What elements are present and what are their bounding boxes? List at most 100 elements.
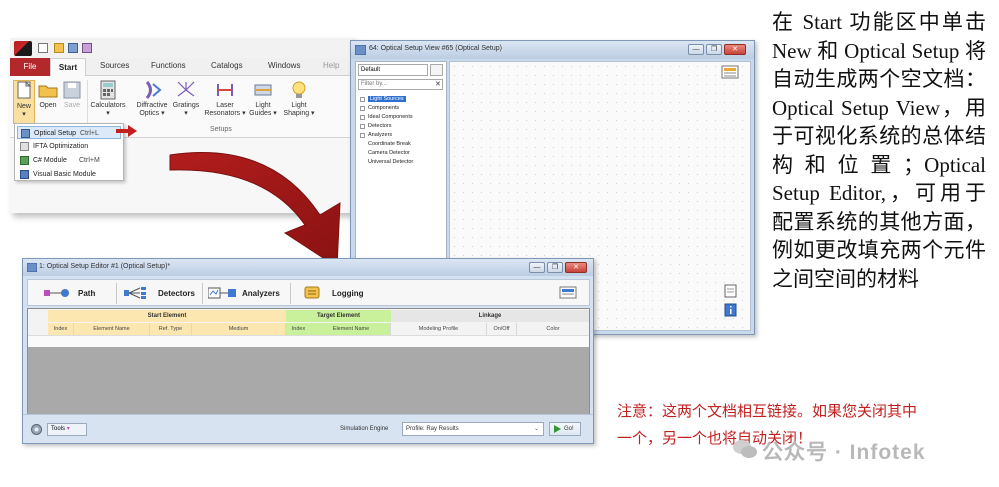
path-icon: [44, 289, 69, 297]
calculators-arrow: ▾: [106, 110, 110, 117]
gratings-icon: [176, 80, 196, 100]
tab-logging[interactable]: Logging: [304, 284, 374, 303]
new-button-arrow: ▾: [22, 111, 26, 118]
minimize-button[interactable]: —: [529, 262, 545, 273]
editor-title-bar[interactable]: 1: Optical Setup Editor #1 (Optical Setu…: [23, 259, 593, 276]
tab-analyzers-label: Analyzers: [242, 289, 280, 298]
minimize-button[interactable]: —: [688, 44, 704, 55]
column-header[interactable]: Index: [286, 323, 312, 335]
view-title-text: 64: Optical Setup View #65 (Optical Setu…: [369, 45, 502, 52]
wechat-icon: [733, 440, 757, 458]
light-guides-button[interactable]: Light Guides ▾: [248, 80, 278, 118]
gratings-button[interactable]: Gratings ▾: [171, 80, 201, 118]
detectors-icon: [124, 287, 146, 299]
tab-logging-label: Logging: [332, 289, 364, 298]
column-header[interactable]: Medium: [192, 323, 286, 335]
optical-setup-icon: [21, 129, 30, 138]
editor-title-text: 1: Optical Setup Editor #1 (Optical Setu…: [39, 263, 171, 270]
menu-item-label: Visual Basic Module: [33, 171, 96, 178]
view-preset-select[interactable]: Default: [358, 64, 428, 76]
table-row[interactable]: [28, 335, 589, 347]
new-view-button[interactable]: [430, 64, 443, 76]
editor-options-icon[interactable]: [559, 286, 579, 300]
tree-filter-input[interactable]: Filter by...: [358, 79, 443, 90]
tab-functions[interactable]: Functions: [151, 61, 186, 70]
view-title-bar[interactable]: 64: Optical Setup View #65 (Optical Setu…: [351, 41, 754, 59]
column-header[interactable]: Index: [48, 323, 74, 335]
tab-path[interactable]: Path: [44, 284, 114, 303]
new-document-icon: [14, 80, 34, 101]
optical-setup-editor-window: 1: Optical Setup Editor #1 (Optical Setu…: [22, 258, 594, 444]
gratings-label: Gratings: [172, 102, 200, 109]
tab-windows[interactable]: Windows: [268, 61, 300, 70]
tab-detectors[interactable]: Detectors: [124, 284, 202, 303]
new-button[interactable]: New ▾: [13, 80, 35, 124]
tab-separator: [202, 283, 203, 304]
window-icon: [27, 263, 37, 272]
simulation-engine-select[interactable]: Profile: Ray Results ⌄: [402, 422, 544, 436]
tab-separator: [290, 283, 291, 304]
tab-start[interactable]: Start: [50, 58, 86, 77]
tree-item-label: Components: [368, 105, 400, 111]
app-logo-icon: [14, 41, 32, 56]
view-options-icon[interactable]: [721, 65, 739, 79]
calculators-button[interactable]: Calculators ▾: [90, 80, 126, 118]
open-folder-icon[interactable]: [54, 43, 64, 53]
settings-gear-icon[interactable]: [30, 423, 43, 436]
tree-item-label: Light Sources: [368, 96, 406, 102]
close-button[interactable]: ✕: [724, 44, 746, 55]
menu-item-csharp-module[interactable]: C# Module Ctrl+M: [17, 154, 121, 167]
quick-access-toolbar: [10, 38, 355, 58]
ribbon-tab-bar: File Start Sources Functions Catalogs Wi…: [10, 58, 355, 77]
tree-item-light-sources[interactable]: Light Sources: [360, 96, 406, 103]
menu-item-optical-setup[interactable]: Optical Setup Ctrl+L: [17, 126, 121, 139]
caption-main: 在 Start 功能区中单击 New 和 Optical Setup 将自动生成…: [772, 10, 986, 291]
column-header[interactable]: On/Off: [487, 323, 517, 335]
tab-detectors-label: Detectors: [158, 289, 195, 298]
tab-catalogs[interactable]: Catalogs: [211, 61, 243, 70]
light-shaping-button[interactable]: Light Shaping ▾: [282, 80, 316, 118]
calculators-label: Calculators: [90, 102, 126, 109]
logging-icon: [304, 286, 320, 299]
open-folder-icon: [38, 80, 58, 100]
simulation-engine-value: Profile: Ray Results: [406, 426, 459, 432]
clear-filter-icon[interactable]: ✕: [435, 80, 441, 88]
print-icon[interactable]: [82, 43, 92, 53]
save-icon[interactable]: [68, 43, 78, 53]
tab-analyzers[interactable]: Analyzers: [208, 284, 288, 303]
column-header[interactable]: Element Name: [74, 323, 150, 335]
tree-item-components[interactable]: Components: [360, 105, 400, 112]
menu-item-ifta-optimization[interactable]: IFTA Optimization: [17, 140, 121, 153]
laser-resonators-button[interactable]: Laser Resonators ▾: [204, 80, 246, 118]
open-button[interactable]: Open: [37, 80, 59, 110]
tab-help[interactable]: Help: [323, 61, 339, 70]
save-button[interactable]: Save: [61, 80, 83, 110]
go-label: Go!: [564, 426, 574, 432]
simulation-engine-label: Simulation Engine: [340, 426, 389, 432]
tools-dropdown-icon: ▾: [66, 426, 70, 432]
expand-icon[interactable]: [360, 97, 365, 102]
column-header[interactable]: Color: [517, 323, 589, 335]
group-start-element: Start Element: [48, 310, 286, 322]
expand-icon[interactable]: [360, 106, 365, 111]
column-header[interactable]: Element Name: [312, 323, 391, 335]
document-icon[interactable]: [724, 284, 737, 298]
tools-menu-button[interactable]: Tools ▾: [47, 423, 87, 436]
tab-file[interactable]: File: [10, 58, 50, 76]
light-bulb-icon: [289, 80, 309, 100]
column-header[interactable]: Ref. Type: [150, 323, 192, 335]
close-button[interactable]: ✕: [565, 262, 587, 273]
tab-sources[interactable]: Sources: [100, 61, 129, 70]
restore-button[interactable]: ❐: [547, 262, 563, 273]
info-icon[interactable]: [724, 303, 737, 317]
menu-item-visual-basic-module[interactable]: Visual Basic Module: [17, 168, 121, 181]
new-doc-icon[interactable]: [38, 43, 48, 53]
column-header[interactable]: Modeling Profile: [391, 323, 487, 335]
save-disk-icon: [62, 80, 82, 100]
diffractive-optics-button[interactable]: Diffractive Optics ▾: [133, 80, 171, 118]
menu-item-shortcut: Ctrl+M: [79, 157, 100, 164]
go-button[interactable]: Go!: [549, 422, 581, 436]
light-guides-label: Light: [255, 102, 271, 109]
laser-label: Laser: [216, 102, 234, 109]
restore-button[interactable]: ❐: [706, 44, 722, 55]
